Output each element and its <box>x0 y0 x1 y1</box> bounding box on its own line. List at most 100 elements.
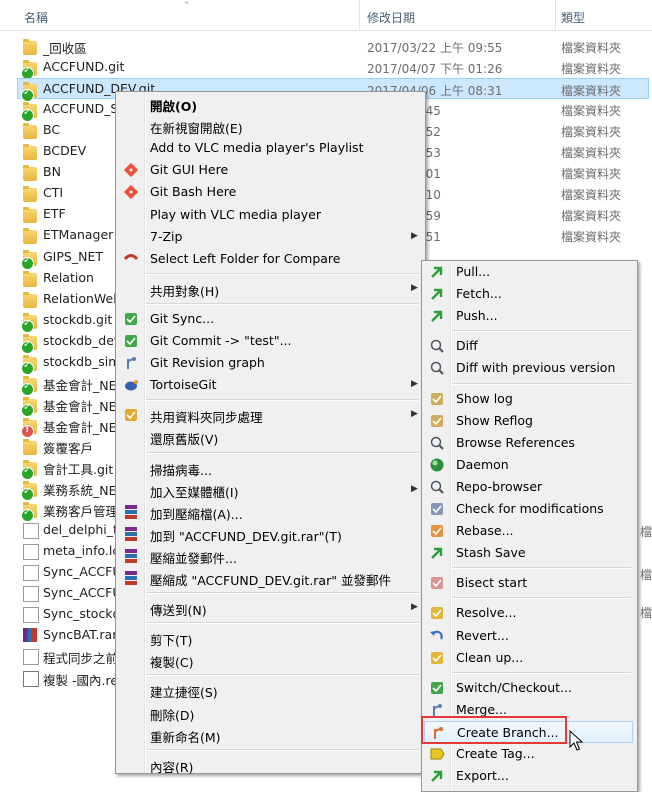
menu-item-label: Push... <box>456 308 498 324</box>
menu-item-label: Resolve... <box>456 605 517 621</box>
menu-item-7-zip[interactable]: 7-Zip ▶ <box>118 226 421 248</box>
menu-item-label: 7-Zip <box>150 228 183 244</box>
menu-item-git-sync[interactable]: Git Sync... <box>118 308 421 330</box>
menu-item-check-for-modifications[interactable]: Check for modifications <box>424 498 633 520</box>
menu-item-play-with-vlc-media-player[interactable]: Play with VLC media player <box>118 204 421 226</box>
menu-item-repo-browser[interactable]: Repo-browser <box>424 476 633 498</box>
menu-item-a[interactable]: 加到壓縮檔(A)... <box>118 501 421 523</box>
menu-item-daemon[interactable]: Daemon <box>424 454 633 476</box>
menu-item-e[interactable]: 在新視窗開啟(E) <box>118 115 421 137</box>
cleanup-icon <box>431 651 443 664</box>
column-divider[interactable] <box>359 0 360 30</box>
column-date[interactable]: 修改日期 <box>367 9 415 26</box>
menu-item-label: Diff with previous version <box>456 360 616 376</box>
menu-item-git-bash-here[interactable]: Git Bash Here <box>118 181 421 203</box>
column-divider[interactable] <box>555 0 556 30</box>
menu-item-o[interactable]: 開啟(O) <box>118 93 421 115</box>
folder-icon <box>23 438 37 455</box>
menu-item-label: Git Bash Here <box>150 184 237 200</box>
menu-item-d[interactable]: 刪除(D) <box>118 702 421 724</box>
menu-item-label: 壓縮並發郵件... <box>150 550 237 566</box>
menu-item-tortoisegit[interactable]: TortoiseGit ▶ <box>118 374 421 396</box>
menu-item-push[interactable]: Push... <box>424 305 633 327</box>
script-file-icon <box>23 565 39 582</box>
menu-item-r[interactable]: 內容(R) <box>118 754 421 776</box>
menu-item-label: 內容(R) <box>150 759 194 775</box>
git-folder-icon <box>21 312 37 333</box>
file-name: SyncBAT.rar <box>43 627 118 643</box>
menu-separator <box>452 567 631 570</box>
column-type[interactable]: 類型 <box>561 9 585 26</box>
menu-item-diff-with-previous-version[interactable]: Diff with previous version <box>424 357 633 379</box>
menu-item-i[interactable]: 加入至媒體櫃(I) ▶ <box>118 479 421 501</box>
menu-item-stash-save[interactable]: Stash Save <box>424 542 633 564</box>
menu-separator <box>146 451 419 454</box>
menu-item-accfund-dev-git-rar-t[interactable]: 加到 "ACCFUND_DEV.git.rar"(T) <box>118 523 421 545</box>
menu-item-item-23[interactable]: 壓縮並發郵件... <box>118 545 421 567</box>
menu-item-label: Git Commit -> "test"... <box>150 333 292 348</box>
menu-item-m[interactable]: 重新命名(M) <box>118 724 421 746</box>
menu-item-show-log[interactable]: Show log <box>424 388 633 410</box>
menu-item-clean-up[interactable]: Clean up... <box>424 647 633 669</box>
menu-item-browse-references[interactable]: Browse References <box>424 432 633 454</box>
git-folder-icon <box>21 396 37 417</box>
type-fragment: 檔 <box>640 606 652 620</box>
menu-item-diff[interactable]: Diff <box>424 335 633 357</box>
menu-separator <box>452 671 631 674</box>
menu-item-switch-checkout[interactable]: Switch/Checkout... <box>424 677 633 699</box>
file-name: stockdb.git <box>43 311 113 327</box>
menu-item-item-19[interactable]: 掃描病毒... <box>118 457 421 479</box>
menu-item-git-revision-graph[interactable]: Git Revision graph <box>118 352 421 374</box>
diff-icon <box>430 340 444 354</box>
file-row[interactable]: ACCFUND.git 2017/04/07 下午 01:26 檔案資料夾 <box>18 57 648 81</box>
menu-item-label: Repo-browser <box>456 478 543 494</box>
file-name: meta_info.lck <box>43 543 127 559</box>
file-name: 業務系統_NE <box>43 483 117 499</box>
file-name: 複製 -國內.re <box>43 672 119 688</box>
menu-item-rebase[interactable]: Rebase... <box>424 520 633 542</box>
menu-item-label: 壓縮成 "ACCFUND_DEV.git.rar" 並發郵件 <box>150 573 391 588</box>
menu-item-label: 共用對象(H) <box>150 283 220 299</box>
menu-item-revert[interactable]: Revert... <box>424 625 633 647</box>
git-folder-icon <box>21 481 37 502</box>
menu-item-accfund-dev-git-rar[interactable]: 壓縮成 "ACCFUND_DEV.git.rar" 並發郵件 <box>118 567 421 589</box>
menu-item-select-left-folder-for-compare[interactable]: Select Left Folder for Compare <box>118 248 421 270</box>
menu-item-label: Daemon <box>456 456 509 472</box>
folder-icon <box>23 123 37 140</box>
menu-separator <box>452 597 631 600</box>
menu-item-show-reflog[interactable]: Show Reflog <box>424 410 633 432</box>
file-name: CTI <box>43 185 64 201</box>
diff-prev-icon <box>430 362 444 376</box>
menu-item-h[interactable]: 共用對象(H) ▶ <box>118 278 421 300</box>
column-name[interactable]: 名稱 <box>24 9 48 26</box>
menu-item-add-to-vlc-media-player-s-playlist[interactable]: Add to VLC media player's Playlist <box>118 137 421 159</box>
file-type: 檔案資料夾 <box>561 209 622 224</box>
menu-separator <box>146 302 419 305</box>
file-icon <box>23 544 39 561</box>
menu-item-item-16[interactable]: 共用資料夾同步處理 ▶ <box>118 404 421 426</box>
file-row[interactable]: _回收區 2017/03/22 上午 09:55 檔案資料夾 <box>18 36 648 57</box>
file-name: 基金會計_NE <box>43 377 117 393</box>
menu-item-label: Select Left Folder for Compare <box>150 250 341 266</box>
menu-item-t[interactable]: 剪下(T) <box>118 627 421 649</box>
git-folder-icon <box>21 502 37 523</box>
menu-item-c[interactable]: 複製(C) <box>118 649 421 671</box>
menu-item-create-tag[interactable]: Create Tag... <box>424 743 633 765</box>
menu-item-s[interactable]: 建立捷徑(S) <box>118 679 421 701</box>
file-date: 2017/03/22 上午 09:55 <box>367 41 503 55</box>
menu-item-label: Switch/Checkout... <box>456 679 572 695</box>
submenu-arrow-icon: ▶ <box>411 282 418 293</box>
menu-item-resolve[interactable]: Resolve... <box>424 602 633 624</box>
menu-item-pull[interactable]: Pull... <box>424 261 633 283</box>
menu-item-n[interactable]: 傳送到(N) ▶ <box>118 597 421 619</box>
menu-item-git-commit-test[interactable]: Git Commit -> "test"... <box>118 330 421 352</box>
menu-item-git-gui-here[interactable]: Git GUI Here <box>118 159 421 181</box>
menu-item-label: Git GUI Here <box>150 162 229 178</box>
menu-item-bisect-start[interactable]: Bisect start <box>424 572 633 594</box>
menu-item-fetch[interactable]: Fetch... <box>424 283 633 305</box>
menu-item-v[interactable]: 還原舊版(V) <box>118 426 421 448</box>
menu-item-label: Check for modifications <box>456 501 604 516</box>
git-folder-icon <box>21 375 37 396</box>
menu-item-export[interactable]: Export... <box>424 765 633 787</box>
git-gui-icon <box>123 163 139 178</box>
